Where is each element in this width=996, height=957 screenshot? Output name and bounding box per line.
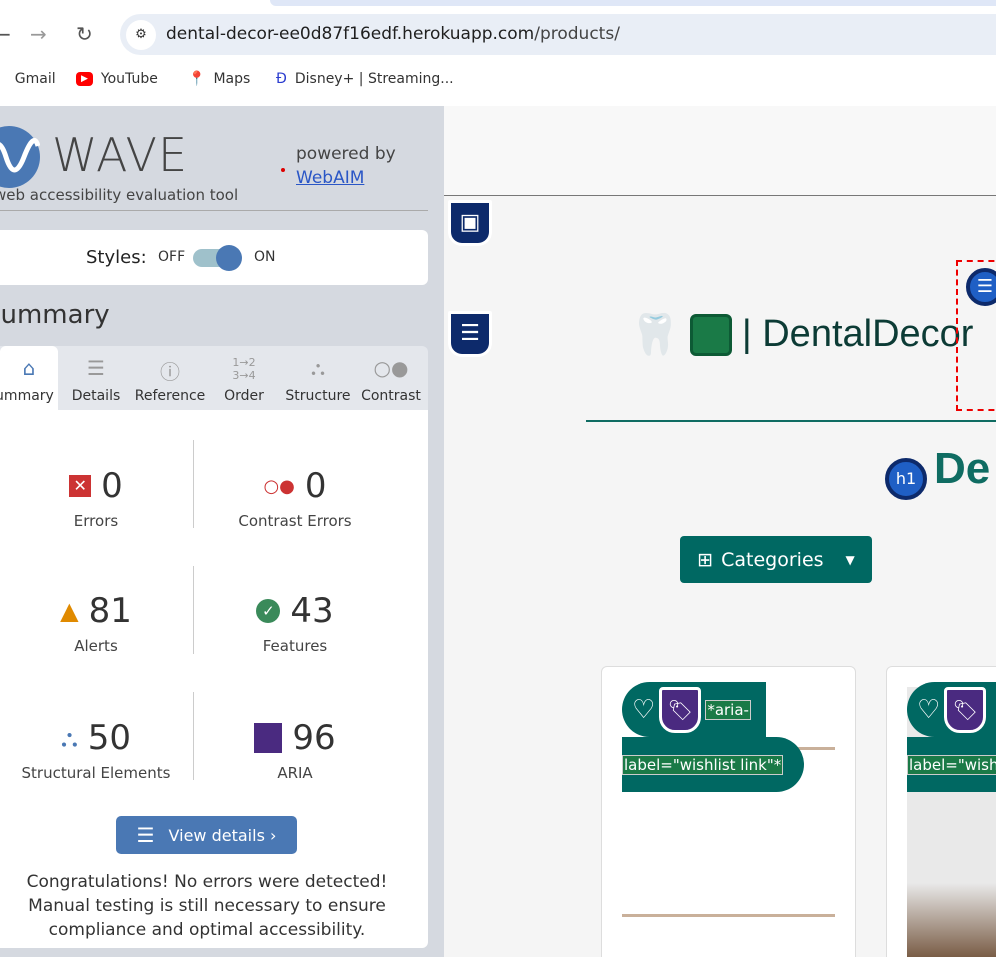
structure-icon: ⛬ [311,356,325,380]
styles-label: Styles: [86,247,147,268]
error-icon: ✕ [69,475,92,497]
list-icon: ☰ [87,356,105,380]
product-card[interactable]: ♡ 🏷 *aria- label="wishlist link"* [601,666,856,957]
wave-sidebar: WAVE web accessibility evaluation tool p… [0,106,444,957]
powered-by: powered by [296,144,396,164]
tab-order[interactable]: 1→2 3→4 Order [206,346,282,410]
stat-features[interactable]: ✓ 43 Features [200,591,390,655]
wave-h1-icon[interactable]: h1 [885,458,927,500]
wave-region-icon[interactable]: ▣ [448,200,492,246]
address-bar[interactable]: ⚙ dental-decor-ee0d87f16edf.herokuapp.co… [120,14,996,55]
info-icon: ⓘ [160,360,180,384]
tab-contrast[interactable]: ○● Contrast [354,346,428,410]
divider [0,210,428,211]
view-details-button[interactable]: ☰ View details › [116,816,297,854]
alert-icon: ▲ [60,597,79,625]
forward-icon[interactable]: → [30,22,47,46]
congrats-message: Congratulations! No errors were detected… [26,872,388,940]
webaim-link[interactable]: WebAIM [296,168,364,188]
contrast-error-icon: ○● [263,475,295,497]
wishlist-link[interactable]: ♡ 🏷 *aria- [622,682,766,737]
gmail-icon: ▍ [0,71,7,87]
stat-contrast-errors[interactable]: ○● 0 Contrast Errors [200,466,390,530]
wishlist-link[interactable]: ♡ 🏷 [907,682,996,737]
tab-details[interactable]: ☰ Details [58,346,134,410]
feature-check-icon: ✓ [256,599,281,623]
bookmark-disney[interactable]: Ð Disney+ | Streaming... [276,71,454,87]
wave-alt-image-icon [689,313,732,356]
header-divider [586,420,996,422]
styles-off-label: OFF [158,249,186,265]
wave-tabs: ⌂Summary ☰Details ⓘReference 1→23→4Order… [0,346,428,410]
back-icon[interactable]: ← [0,22,11,46]
tab-strip [0,0,996,8]
aria-label-tag: label="wishlist link"* [622,737,804,792]
list-icon: ☰ [136,823,155,847]
heart-icon: ♡ [917,694,941,725]
site-settings-icon[interactable]: ⚙ [126,20,156,50]
reload-icon[interactable]: ↻ [76,22,93,46]
aria-label-tag: label="wish [907,737,996,792]
summary-content: ✕ 0 Errors ○● 0 Contrast Errors ▲ 81 Alerts ✓ 4… [0,410,428,948]
wave-logo-icon [0,126,41,188]
order-icon: 1→2 3→4 [232,356,256,382]
stat-alerts[interactable]: ▲ 81 Alerts [1,591,191,655]
categories-dropdown[interactable]: ⊞ Categories ▼ [680,536,872,583]
caret-down-icon: ▼ [845,552,855,567]
home-icon: ⌂ [22,356,36,380]
summary-heading: Summary [0,300,110,330]
tab-reference[interactable]: ⓘ Reference [134,346,206,410]
tab-summary[interactable]: ⌂Summary [0,346,58,410]
bookmark-youtube[interactable]: ▶ YouTube [76,71,158,87]
youtube-icon: ▶ [76,72,93,86]
page-heading: De [934,444,991,493]
stat-errors[interactable]: ✕ 0 Errors [1,466,191,530]
brand-logo-link[interactable]: 🦷 | DentalDecor [630,311,973,358]
styles-toggle-panel: Styles: OFF ON [0,230,428,285]
web-page: ▣ ☰ 🦷 | DentalDecor ☰ h1 De ⊞ Categories ▼… [444,106,996,957]
maps-icon: 📍 [188,71,206,87]
wave-aria-icon: 🏷 [659,686,702,733]
structure-icon: ⛬ [60,724,78,752]
url-text: dental-decor-ee0d87f16edf.herokuapp.com/… [166,24,620,44]
wave-list-icon[interactable]: ☰ [966,268,996,306]
wave-subtitle: web accessibility evaluation tool [0,186,239,204]
categories-icon: ⊞ [697,548,714,571]
stat-structural[interactable]: ⛬ 50 Structural Elements [1,718,191,782]
tab-structure[interactable]: ⛬ Structure [282,346,354,410]
bookmark-gmail[interactable]: ▍ Gmail [0,71,56,87]
dot [281,168,285,172]
wave-aria-icon: 🏷 [944,686,987,733]
page-header [444,106,996,196]
product-card[interactable]: ♡ 🏷 label="wish [886,666,996,957]
stat-aria[interactable]: 96 ARIA [200,718,390,782]
wave-title: WAVE [52,128,189,182]
wave-nav-icon[interactable]: ☰ [448,311,492,357]
heart-icon: ♡ [632,694,656,725]
bookmark-maps[interactable]: 📍 Maps [188,71,250,87]
tooth-icon: 🦷 [630,312,680,358]
disney-icon: Ð [276,71,287,87]
contrast-icon: ○● [373,356,409,380]
aria-icon [254,723,283,753]
styles-toggle-knob[interactable] [216,245,242,271]
styles-on-label: ON [254,249,276,265]
